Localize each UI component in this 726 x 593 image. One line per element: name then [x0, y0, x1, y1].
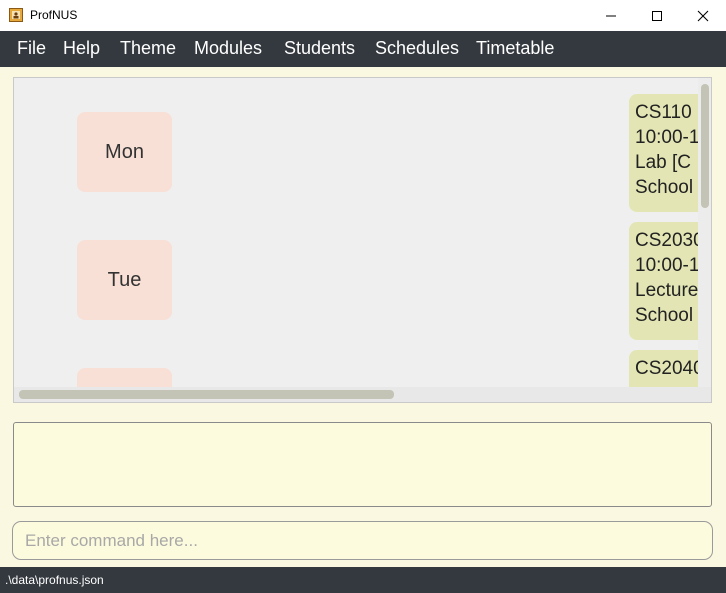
day-label-tue: Tue — [77, 240, 172, 320]
data-file-path: .\data\profnus.json — [5, 573, 104, 587]
menu-students[interactable]: Students — [284, 38, 355, 59]
day-label-mon: Mon — [77, 112, 172, 192]
menu-file[interactable]: File — [17, 38, 46, 59]
minimize-icon — [606, 15, 616, 17]
menu-bar: File Help Theme Modules Students Schedul… — [0, 31, 726, 67]
vertical-scrollbar-thumb[interactable] — [701, 84, 709, 208]
window-title: ProfNUS — [30, 8, 78, 22]
menu-theme[interactable]: Theme — [120, 38, 176, 59]
maximize-icon — [652, 11, 662, 21]
app-icon — [9, 8, 23, 22]
maximize-button[interactable] — [634, 0, 680, 31]
timetable-panel[interactable]: Mon Tue CS110 10:00-1 Lab [C School CS20… — [13, 77, 712, 403]
menu-modules[interactable]: Modules — [194, 38, 262, 59]
menu-help[interactable]: Help — [63, 38, 100, 59]
command-input[interactable] — [12, 521, 713, 560]
close-icon — [697, 10, 709, 22]
menu-timetable[interactable]: Timetable — [476, 38, 554, 59]
result-display — [13, 422, 712, 507]
close-button[interactable] — [680, 0, 726, 31]
timetable-slot[interactable]: CS2030 10:00-1 Lecture School — [629, 222, 709, 340]
timetable-slot[interactable]: CS110 10:00-1 Lab [C School — [629, 94, 709, 212]
minimize-button[interactable] — [588, 0, 634, 31]
horizontal-scrollbar-thumb[interactable] — [19, 390, 394, 399]
title-bar: ProfNUS — [0, 0, 726, 32]
menu-schedules[interactable]: Schedules — [375, 38, 459, 59]
status-bar: .\data\profnus.json — [0, 567, 726, 593]
